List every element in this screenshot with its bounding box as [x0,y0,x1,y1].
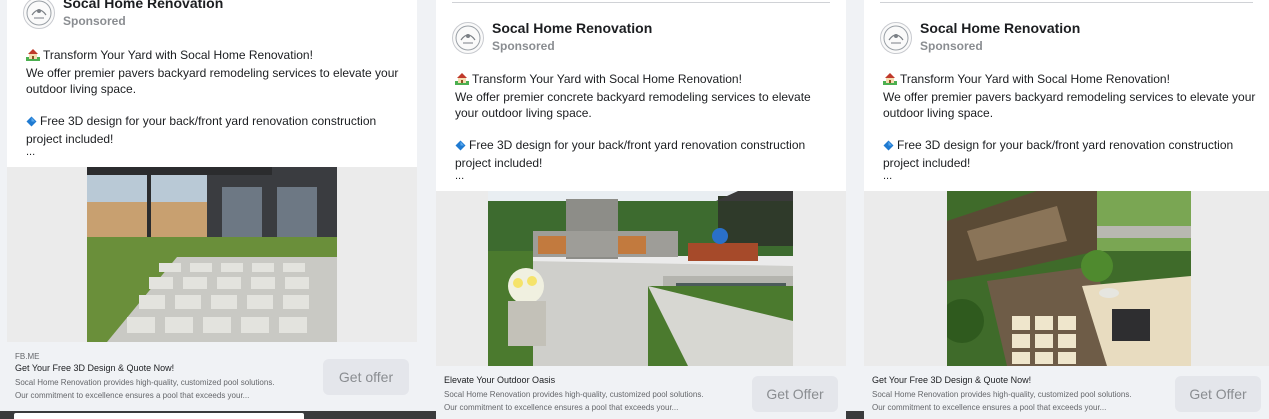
ad-offer-text: Free 3D design for your back/front yard … [26,114,377,146]
link-headline[interactable]: Get Your Free 3D Design & Quote Now! [15,363,174,373]
page-name[interactable]: Socal Home Renovation [63,0,223,12]
ad-header: Socal Home Renovation Sponsored [880,19,1080,55]
ad-image[interactable] [947,191,1191,366]
company-logo-icon[interactable] [880,22,912,54]
link-description-line: Socal Home Renovation provides high-qual… [15,378,275,387]
link-description: Socal Home Renovation provides high-qual… [444,388,744,414]
ad-body-text: Transform Your Yard with Socal Home Reno… [26,47,405,158]
company-logo-icon[interactable] [23,0,55,29]
small-blue-diamond-icon [455,139,466,155]
page-name[interactable]: Socal Home Renovation [492,19,652,37]
bottom-taskbar-tab [14,413,304,419]
card-divider [880,2,1253,3]
get-offer-button[interactable]: Get Offer [1175,376,1261,412]
link-description: Socal Home Renovation provides high-qual… [872,388,1172,414]
ad-body-line: We offer premier concrete backyard remod… [455,90,811,120]
ad-link-footer[interactable]: Get Your Free 3D Design & Quote Now! Soc… [864,366,1269,419]
page-name[interactable]: Socal Home Renovation [920,19,1080,37]
ad-body-line: We offer premier pavers backyard remodel… [883,90,1256,120]
see-more-ellipsis[interactable]: ... [883,171,1257,182]
ad-image[interactable] [87,167,337,342]
ads-feed: Socal Home Renovation Sponsored Transfor… [0,0,1269,419]
see-more-ellipsis[interactable]: ... [455,171,834,182]
link-description-line: Our commitment to excellence ensures a p… [15,391,250,400]
ad-image-container[interactable] [436,191,846,366]
ad-headline-text: Transform Your Yard with Socal Home Reno… [43,48,313,62]
ad-body-text: Transform Your Yard with Socal Home Reno… [883,71,1257,182]
ad-image-container[interactable] [7,167,417,342]
get-offer-button[interactable]: Get Offer [752,376,838,412]
link-description: Socal Home Renovation provides high-qual… [15,376,315,402]
ad-card-3[interactable]: Socal Home Renovation Sponsored Transfor… [864,0,1269,419]
link-description-line: Our commitment to excellence ensures a p… [444,403,679,412]
house-with-garden-icon [883,72,897,89]
ad-image[interactable] [488,191,793,366]
company-logo-icon[interactable] [452,22,484,54]
ad-header: Socal Home Renovation Sponsored [452,19,652,55]
sponsored-label[interactable]: Sponsored [920,37,1080,55]
link-domain: FB.ME [15,352,40,361]
ad-image-container[interactable] [864,191,1269,366]
link-headline[interactable]: Elevate Your Outdoor Oasis [444,375,555,385]
link-description-line: Our commitment to excellence ensures a p… [872,403,1107,412]
ad-card-2[interactable]: Socal Home Renovation Sponsored Transfor… [436,0,846,419]
ad-headline-text: Transform Your Yard with Socal Home Reno… [472,72,742,86]
link-description-line: Socal Home Renovation provides high-qual… [444,390,704,399]
bottom-taskbar-strip [846,411,864,419]
link-headline[interactable]: Get Your Free 3D Design & Quote Now! [872,375,1031,385]
ad-offer-text: Free 3D design for your back/front yard … [455,138,806,170]
card-divider [452,2,830,3]
link-description-line: Socal Home Renovation provides high-qual… [872,390,1132,399]
see-more-ellipsis[interactable]: ... [26,147,405,158]
small-blue-diamond-icon [26,115,37,131]
get-offer-button[interactable]: Get offer [323,359,409,395]
sponsored-label[interactable]: Sponsored [492,37,652,55]
ad-body-text: Transform Your Yard with Socal Home Reno… [455,71,834,182]
house-with-garden-icon [455,72,469,89]
ad-offer-text: Free 3D design for your back/front yard … [883,138,1234,170]
ad-headline-text: Transform Your Yard with Socal Home Reno… [900,72,1170,86]
ad-header: Socal Home Renovation Sponsored [23,0,223,30]
ad-link-footer[interactable]: Elevate Your Outdoor Oasis Socal Home Re… [436,366,846,419]
ad-link-footer[interactable]: FB.ME Get Your Free 3D Design & Quote No… [7,342,417,410]
house-with-garden-icon [26,48,40,65]
sponsored-label[interactable]: Sponsored [63,12,223,30]
small-blue-diamond-icon [883,139,894,155]
ad-card-1[interactable]: Socal Home Renovation Sponsored Transfor… [7,0,417,410]
ad-body-line: We offer premier pavers backyard remodel… [26,66,399,96]
